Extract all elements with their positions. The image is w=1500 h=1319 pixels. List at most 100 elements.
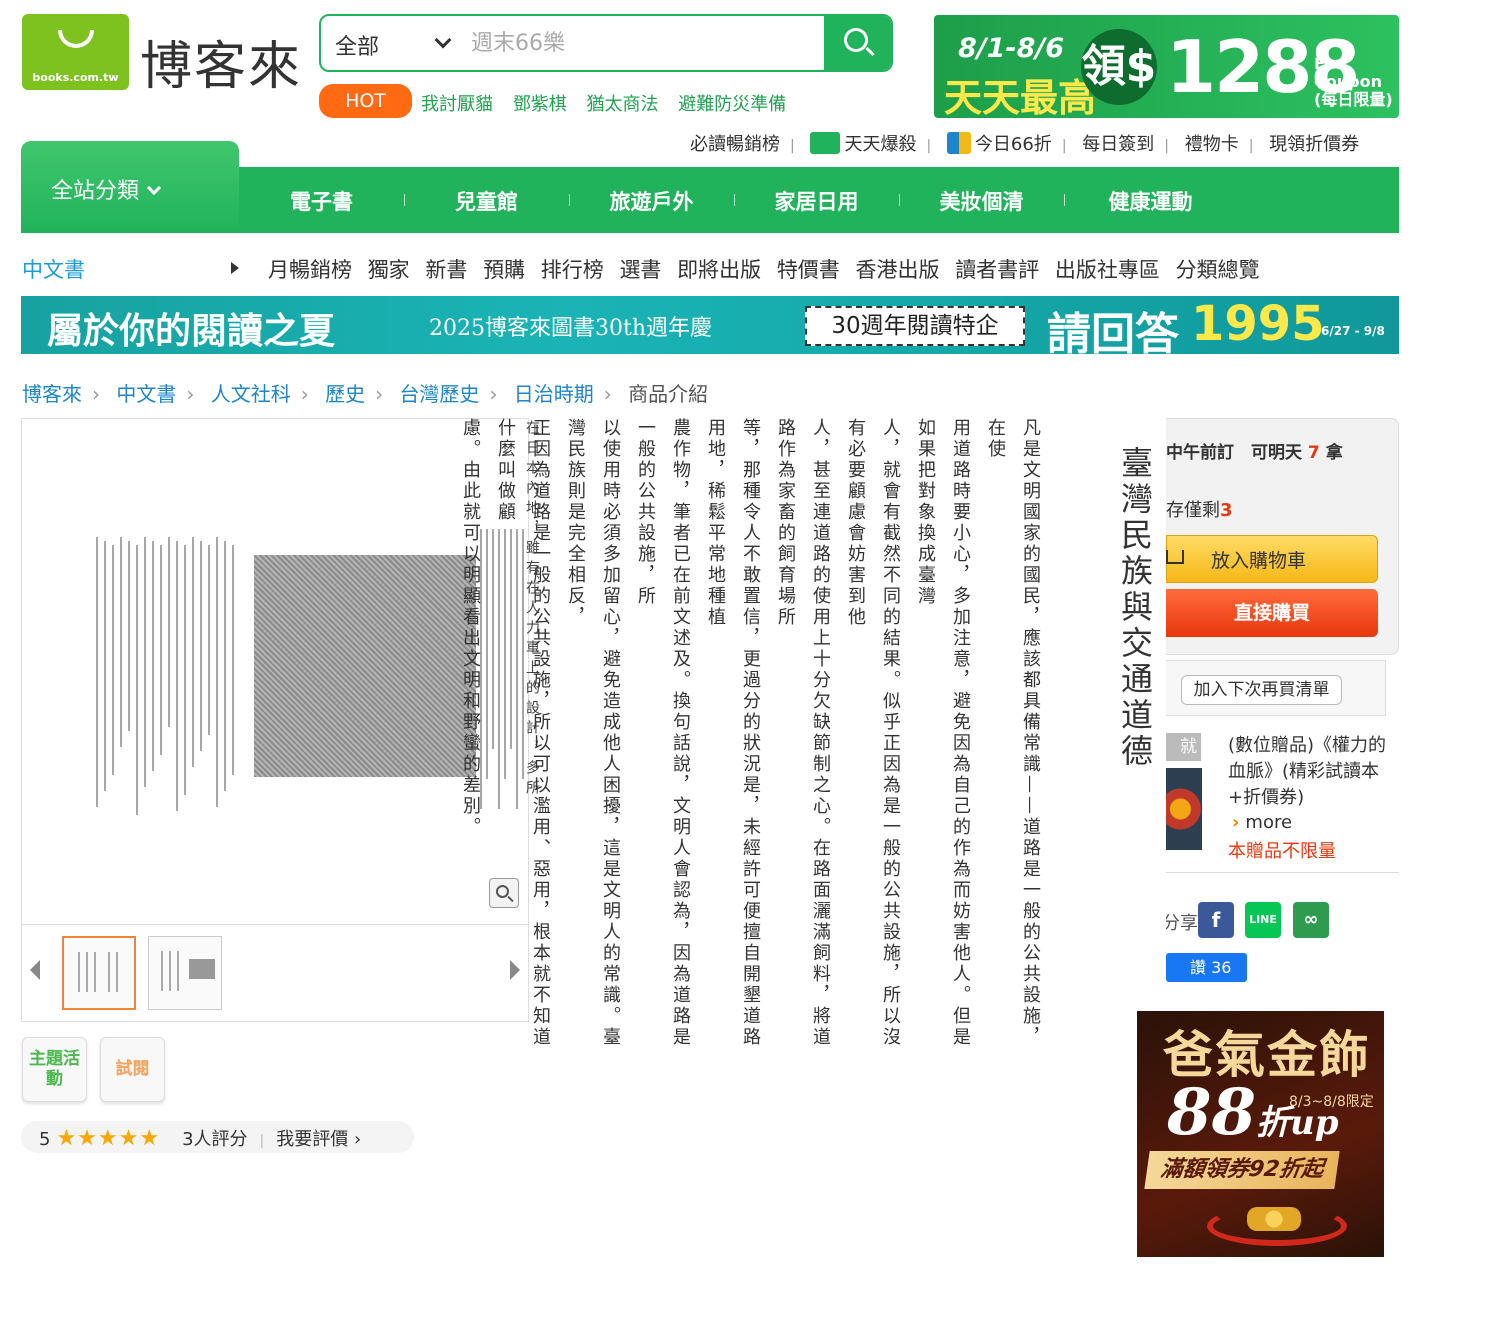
top-link-bestsellers[interactable]: 必讀暢銷榜 (690, 134, 780, 155)
preview-text-line (144, 537, 146, 787)
trial-read-button[interactable]: 試閱 (100, 1037, 165, 1102)
facebook-share-icon[interactable]: f (1198, 902, 1234, 938)
banner-title: 屬於你的閱讀之夏 (47, 310, 336, 352)
subnav-link[interactable]: 特價書 (777, 258, 840, 282)
hot-link[interactable]: 我討厭貓 (421, 94, 493, 115)
preview-text-line (504, 529, 506, 779)
share-label: 分享 (1166, 913, 1198, 934)
subnav-link[interactable]: 出版社專區 (1055, 258, 1160, 282)
subnav-link[interactable]: 即將出版 (677, 258, 761, 282)
banner-number: 1995 (1191, 296, 1325, 352)
zoom-button[interactable] (489, 878, 519, 908)
preview-text-line (96, 537, 98, 807)
seven-eleven-icon: 7 (1307, 443, 1320, 463)
promo-banner[interactable]: 8/1-8/6 天天最高 領$ 1288 E-Coupon (每日限量) (934, 15, 1399, 118)
nav-item-ebooks[interactable]: 電子書 (239, 186, 404, 216)
promo-claim: 領$ (1081, 29, 1157, 105)
search-button[interactable] (824, 16, 891, 70)
preview-text-line (510, 529, 512, 749)
breadcrumb-link[interactable]: 博客來 (22, 382, 82, 406)
nav-item-beauty[interactable]: 美妝個清 (899, 186, 1064, 216)
subnav-link[interactable]: 分類總覽 (1176, 258, 1260, 282)
chevron-right-icon: › (300, 382, 309, 406)
buy-now-button[interactable]: 直接購買 (1166, 589, 1378, 637)
site-logo[interactable]: books.com.tw (22, 14, 129, 90)
promo-coupon-label: E-Coupon (每日限量) (1314, 54, 1393, 109)
jewelry-ad[interactable]: 爸氣金飾 88折up 8/3~8/8限定 滿額領券92折起 (1137, 1011, 1384, 1257)
top-link-gift-card[interactable]: 禮物卡 (1185, 134, 1239, 155)
nav-item-travel[interactable]: 旅遊戶外 (569, 186, 734, 216)
search-category-select[interactable]: 全部 (321, 16, 467, 70)
logo-text[interactable]: 博客來 (140, 24, 302, 99)
chevron-right-icon: › (603, 382, 612, 406)
subnav-link[interactable]: 月暢銷榜 (268, 258, 352, 282)
prev-arrow-icon[interactable] (30, 960, 40, 980)
anniversary-banner[interactable]: 屬於你的閱讀之夏 2025博客來圖書30th週年慶 30週年閱讀特企 請回答 1… (21, 296, 1399, 354)
nav-item-home[interactable]: 家居日用 (734, 186, 899, 216)
subnav-link[interactable]: 選書 (619, 258, 661, 282)
hot-badge[interactable]: HOT (319, 84, 412, 118)
wishlist-button[interactable]: 加入下次再買清單 (1181, 675, 1342, 705)
gift-image[interactable] (1166, 768, 1202, 850)
copy-link-icon[interactable]: ∞ (1293, 902, 1329, 938)
top-link-check-in[interactable]: 每日簽到 (1082, 134, 1154, 155)
nav-item-health[interactable]: 健康運動 (1068, 186, 1233, 216)
all-categories-menu[interactable]: 全站分類 (21, 141, 239, 233)
subnav-link[interactable]: 讀者書評 (955, 258, 1039, 282)
chevron-right-icon: › (1232, 812, 1240, 833)
theme-activity-button[interactable]: 主題活動 (22, 1037, 87, 1102)
breadcrumb-link[interactable]: 台灣歷史 (399, 382, 479, 406)
gift-more-link[interactable]: › more (1232, 812, 1292, 833)
delivery-info: 中午前訂 可明天 7 拿 (1166, 443, 1343, 463)
text-column: 人，就會有截然不同的結果。似乎正因為是一般的公共設施，所以沒有必要顧慮會妨害到他 (845, 418, 901, 1048)
breadcrumb-link[interactable]: 中文書 (116, 382, 176, 406)
top-link-coupons[interactable]: 現領折價券 (1269, 134, 1359, 155)
subnav-current[interactable]: 中文書 (22, 254, 85, 284)
preview-text-line (232, 545, 234, 775)
hot-link[interactable]: 避難防災準備 (678, 94, 786, 115)
breadcrumb-current: 商品介紹 (628, 382, 709, 406)
nav-item-kids[interactable]: 兒童館 (404, 186, 569, 216)
top-link-66-off[interactable]: 今日66折 (975, 134, 1052, 155)
preview-text-line (168, 537, 170, 727)
search-bar: 全部 (319, 14, 893, 72)
hot-link[interactable]: 鄧紫棋 (513, 94, 567, 115)
preview-text-line (120, 537, 122, 747)
thumbnail[interactable] (62, 936, 136, 1010)
ad-coupon: 滿額領券92折起 (1144, 1151, 1340, 1189)
like-button[interactable]: 讚 36 (1166, 953, 1247, 982)
cart-icon (1166, 550, 1184, 564)
next-arrow-icon[interactable] (510, 960, 520, 980)
text-column: 農作物，筆者已在前文述及。換句話說，文明人會認為，因為道路是一般的公共設施，所 (635, 418, 691, 1048)
breadcrumb-link[interactable]: 日治時期 (514, 382, 594, 406)
thumbnail[interactable] (148, 936, 222, 1010)
top-link-daily-deal[interactable]: 天天爆殺 (844, 134, 916, 155)
chevron-down-icon (434, 31, 452, 49)
subnav-link[interactable]: 排行榜 (541, 258, 604, 282)
rating-score: 5 (39, 1129, 51, 1150)
preview-image-placeholder (254, 555, 476, 777)
write-review-link[interactable]: 我要評價 › (276, 1129, 361, 1150)
preview-text-line (192, 537, 194, 767)
book-page-body: 凡是文明國家的國民，應該都具備常識——道路是一般的公共設施，在使 用道路時要小心… (460, 418, 1048, 1058)
banner-box: 30週年閱讀特企 (805, 306, 1025, 346)
subnav-links: 月暢銷榜 獨家 新書 預購 排行榜 選書 即將出版 特價書 香港出版 讀者書評 … (268, 254, 1269, 284)
subnav-link[interactable]: 預購 (483, 258, 525, 282)
hot-link[interactable]: 猶太商法 (586, 94, 658, 115)
gift-text[interactable]: (數位贈品)《權力的血脈》(精彩試讀本+折價券) (1228, 733, 1398, 811)
chevron-right-icon: › (375, 382, 384, 406)
subnav-link[interactable]: 香港出版 (856, 258, 940, 282)
preview-text-line (492, 529, 494, 749)
subnav-link[interactable]: 獨家 (368, 258, 410, 282)
chevron-down-icon (146, 180, 162, 196)
search-input[interactable] (471, 22, 811, 64)
rating-count[interactable]: 3人評分 (182, 1129, 247, 1150)
breadcrumb-link[interactable]: 人文社科 (211, 382, 291, 406)
subnav-link[interactable]: 新書 (425, 258, 467, 282)
line-share-icon[interactable]: LINE (1245, 902, 1281, 938)
breadcrumb-link[interactable]: 歷史 (325, 382, 365, 406)
add-to-cart-button[interactable]: 放入購物車 (1166, 535, 1378, 583)
text-column: 以使用時必須多加留心，避免造成他人困擾，這是文明人的常識。臺灣民族則是完全相反， (565, 418, 621, 1048)
gift-limit-note: 本贈品不限量 (1228, 841, 1336, 862)
preview-text-line (136, 545, 138, 815)
